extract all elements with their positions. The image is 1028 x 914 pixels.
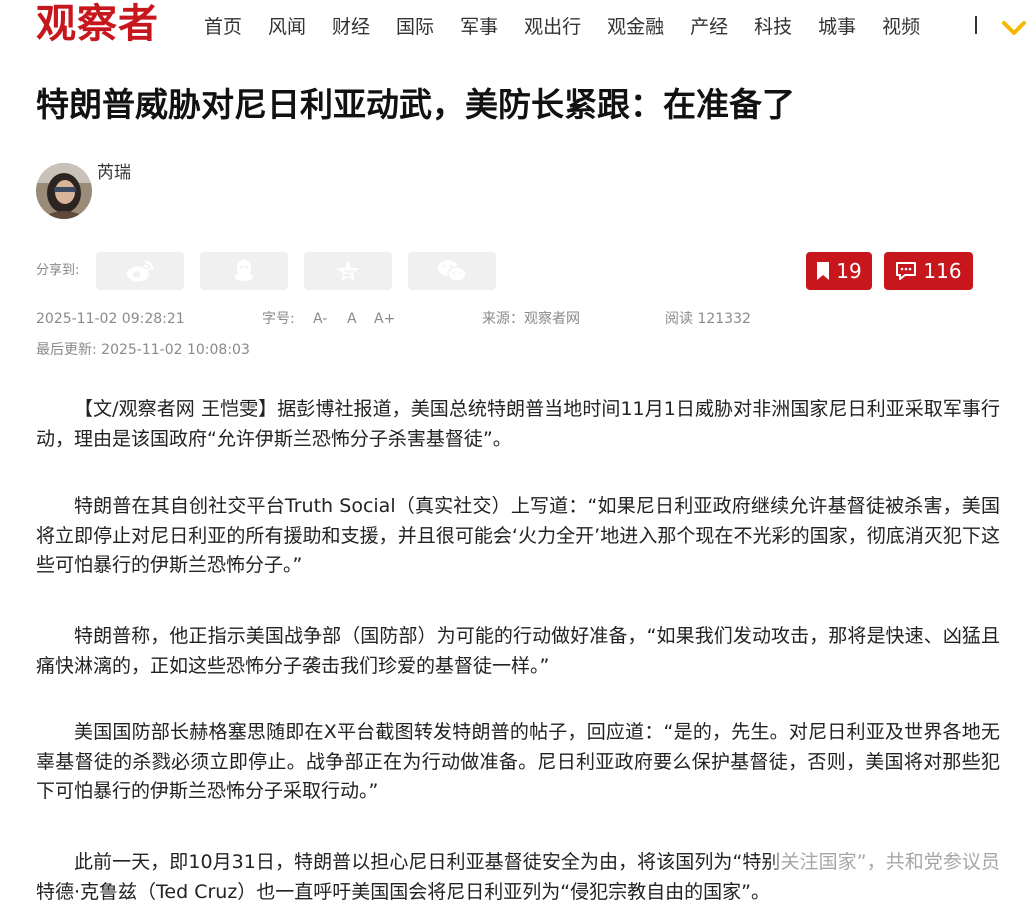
qzone-star-icon: [336, 260, 360, 282]
font-size-label: 字号:: [262, 311, 295, 327]
read-count: 阅读 121332: [665, 311, 751, 327]
nav-divider: [975, 16, 977, 34]
nav-item-finance[interactable]: 财经: [332, 14, 370, 40]
page: 观察者 首页 风闻 财经 国际 军事 观出行 观金融 产经 科技 城事 视频 特…: [0, 0, 1028, 914]
weibo-icon: [127, 260, 154, 282]
article-paragraph: 特朗普在其自创社交平台Truth Social（真实社交）上写道：“如果尼日利亚…: [36, 495, 1000, 576]
nav-item-home[interactable]: 首页: [204, 14, 242, 40]
publish-time: 2025-11-02 09:28:21: [36, 311, 185, 327]
share-wechat-button[interactable]: [408, 252, 496, 290]
nav-item-industry[interactable]: 产经: [690, 14, 728, 40]
author-name[interactable]: 芮瑞: [97, 162, 131, 184]
share-qzone-button[interactable]: [304, 252, 392, 290]
font-larger-button[interactable]: A+: [374, 309, 395, 329]
font-normal-button[interactable]: A: [347, 309, 357, 329]
nav-item-international[interactable]: 国际: [396, 14, 434, 40]
nav-item-travel[interactable]: 观出行: [524, 14, 581, 40]
avatar-image: [36, 163, 92, 219]
nav-item-tech[interactable]: 科技: [754, 14, 792, 40]
share-label: 分享到:: [36, 263, 80, 278]
site-logo[interactable]: 观察者: [36, 2, 159, 46]
article-paragraph: 美国国防部长赫格塞思随即在X平台截图转发特朗普的帖子，回应道：“是的，先生。对尼…: [36, 721, 1000, 802]
article-paragraph: 【文/观察者网 王恺雯】据彭博社报道，美国总统特朗普当地时间11月1日威胁对非洲…: [36, 398, 1000, 450]
share-weibo-button[interactable]: [96, 252, 184, 290]
collect-button[interactable]: 19: [806, 252, 872, 290]
wechat-icon: [438, 260, 467, 282]
bookmark-icon: [817, 262, 830, 280]
share-qq-button[interactable]: [200, 252, 288, 290]
last-updated: 最后更新: 2025-11-02 10:08:03: [36, 342, 250, 358]
qq-icon: [235, 259, 253, 281]
nav-item-banking[interactable]: 观金融: [607, 14, 664, 40]
chevron-down-icon: [1002, 21, 1026, 35]
article-title: 特朗普威胁对尼日利亚动武，美防长紧跟：在准备了: [36, 85, 795, 124]
article-paragraph: 特朗普称，他正指示美国战争部（国防部）为可能的行动做好准备，“如果我们发动攻击，…: [36, 625, 1000, 677]
font-smaller-button[interactable]: A-: [313, 309, 327, 329]
article-source: 来源：观察者网: [482, 311, 580, 327]
comment-button[interactable]: 116: [884, 252, 973, 290]
nav-item-video[interactable]: 视频: [882, 14, 920, 40]
comment-count: 116: [923, 259, 962, 283]
blurred-text-overlay: [776, 848, 1006, 914]
nav-item-fengwen[interactable]: 风闻: [268, 14, 306, 40]
nav-item-city[interactable]: 城事: [818, 14, 856, 40]
collect-count: 19: [836, 259, 862, 283]
nav-item-military[interactable]: 军事: [460, 14, 498, 40]
main-nav: 首页 风闻 财经 国际 军事 观出行 观金融 产经 科技 城事 视频: [204, 14, 946, 40]
comment-icon: [896, 262, 917, 280]
author-avatar[interactable]: [36, 163, 92, 219]
nav-more-button[interactable]: [1000, 14, 1028, 40]
site-header: 观察者 首页 风闻 财经 国际 军事 观出行 观金融 产经 科技 城事 视频: [0, 0, 1028, 52]
